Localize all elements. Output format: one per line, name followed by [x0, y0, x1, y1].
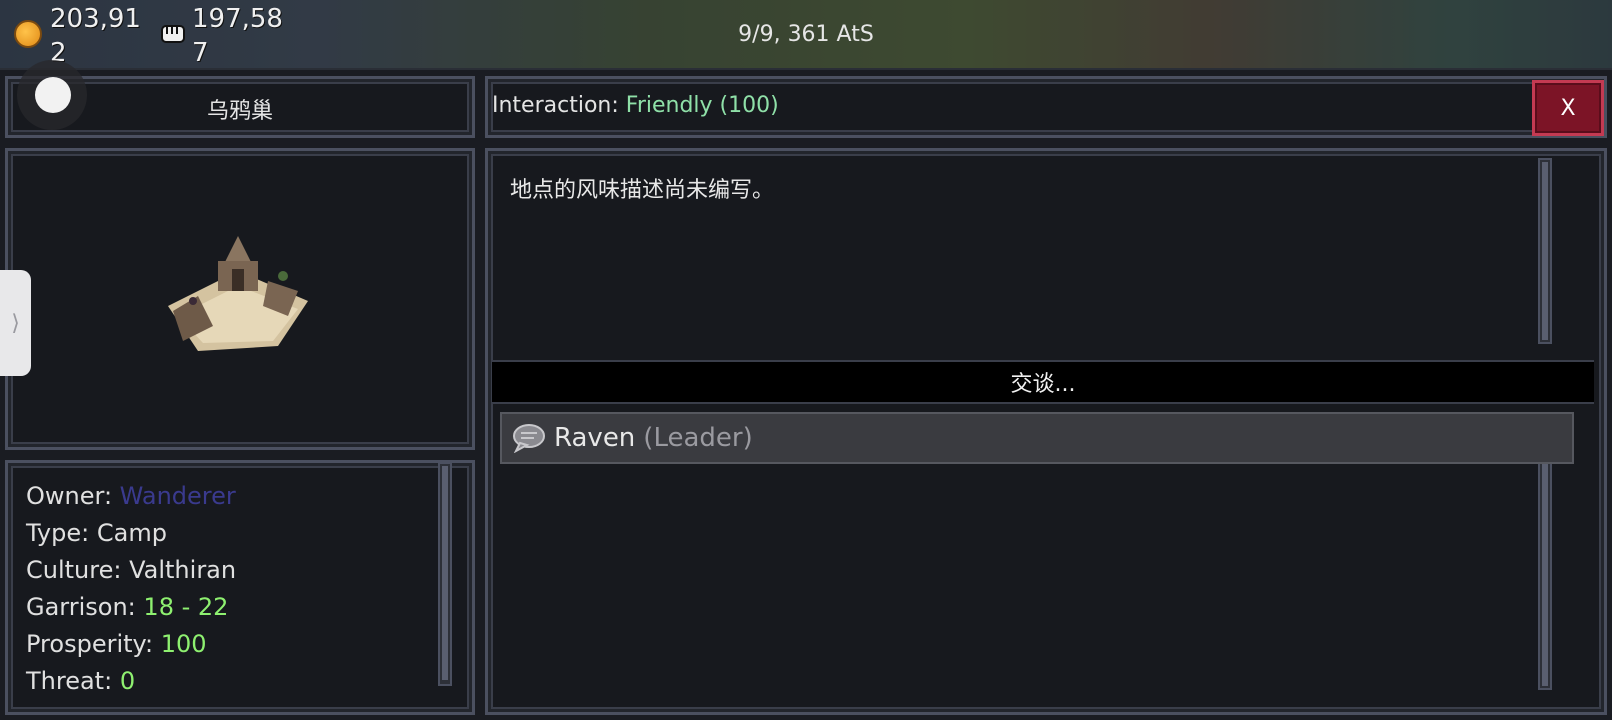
- camp-image: [168, 236, 308, 351]
- npc-role: (Leader): [643, 423, 753, 453]
- location-info-list: Owner: Wanderer Type: Camp Culture: Valt…: [26, 478, 436, 700]
- speech-bubble-icon: [513, 424, 545, 453]
- description-scrollbar[interactable]: [1538, 158, 1552, 344]
- location-description: 地点的风味描述尚未编写。: [510, 178, 775, 203]
- interaction-label: Interaction:: [492, 93, 619, 118]
- top-resource-bar: 203,912 197,587 9/9, 361 AtS: [0, 0, 1612, 70]
- owner-link[interactable]: Wanderer: [120, 482, 236, 510]
- garrison-row: Garrison: 18 - 22: [26, 593, 229, 621]
- game-date: 9/9, 361 AtS: [738, 22, 874, 47]
- info-scrollbar[interactable]: [438, 462, 452, 686]
- threat-row: Threat: 0: [26, 667, 136, 695]
- prosperity-row: Prosperity: 100: [26, 630, 207, 658]
- owner-row: Owner: Wanderer: [26, 482, 236, 510]
- side-drawer-tab[interactable]: ⟩: [0, 270, 31, 376]
- close-button[interactable]: X: [1532, 80, 1604, 136]
- interaction-value: Friendly (100): [625, 93, 779, 118]
- npc-name: Raven: [554, 423, 636, 453]
- info-scrollbar-thumb[interactable]: [442, 466, 448, 680]
- culture-row: Culture: Valthiran: [26, 556, 237, 584]
- description-scrollbar-thumb[interactable]: [1542, 162, 1548, 340]
- type-row: Type: Camp: [26, 519, 167, 547]
- talk-header: 交谈...: [492, 360, 1594, 404]
- npc-row-raven[interactable]: Raven (Leader): [500, 412, 1574, 464]
- interaction-panel: Interaction: Friendly (100): [485, 76, 1607, 138]
- location-portrait-panel: [5, 148, 475, 450]
- assistive-button-dot[interactable]: [35, 77, 71, 113]
